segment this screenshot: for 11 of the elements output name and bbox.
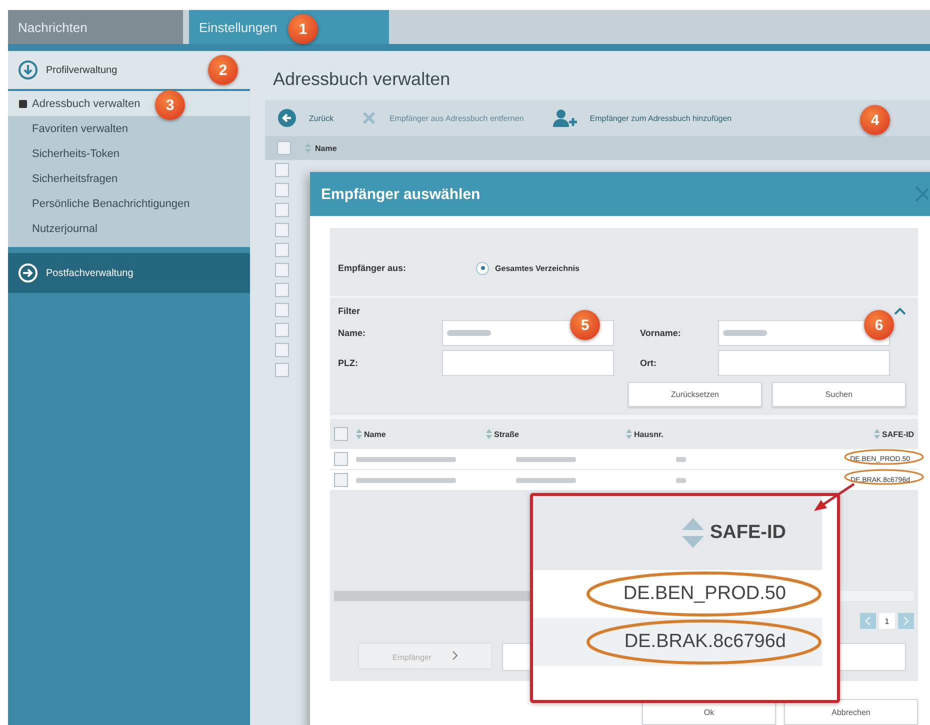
column-header: SAFE-ID (710, 522, 786, 544)
page-title: Adressbuch verwalten (272, 68, 452, 91)
dialog-title: Empfänger auswählen (321, 186, 480, 202)
section-title: Filter (338, 306, 360, 316)
field-label: Ort: (639, 358, 658, 368)
field-label: Vorname: (639, 328, 682, 338)
table-cell: DE.BEN_PROD.50 (623, 583, 786, 605)
field-label: Empfänger aus: (338, 263, 406, 273)
field-label: PLZ: (338, 358, 359, 368)
table-cell: DE.BRAK.8c6796d (624, 631, 786, 653)
field-label: Name: (338, 328, 367, 338)
